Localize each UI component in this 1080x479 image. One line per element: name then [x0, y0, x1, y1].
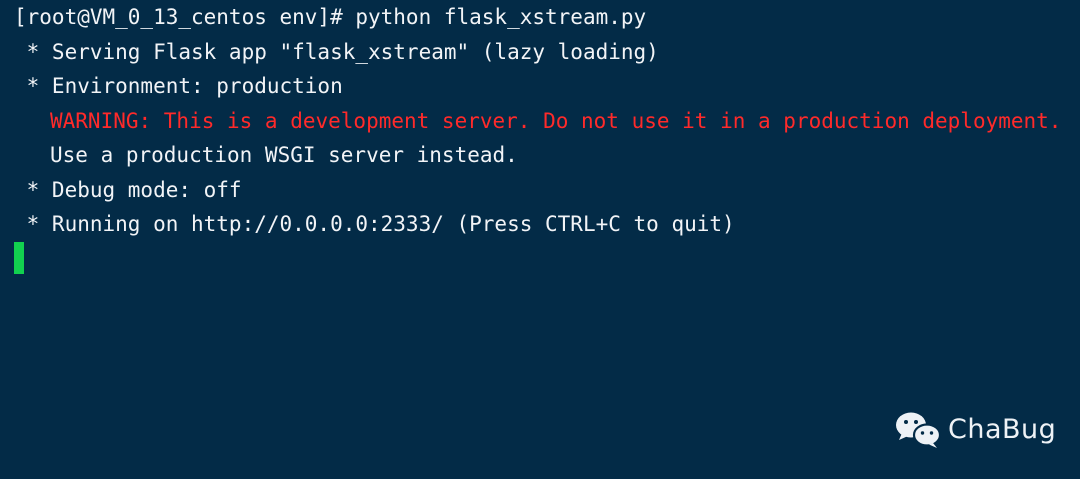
output-line-wsgi-advice: Use a production WSGI server instead. [50, 143, 518, 167]
output-line-debug-mode: * Debug mode: off [14, 177, 242, 202]
watermark-text: ChaBug [948, 413, 1057, 445]
terminal-cursor [14, 242, 24, 274]
output-line-environment: * Environment: production [14, 74, 343, 98]
wechat-icon [896, 412, 942, 448]
terminal-output: [root@VM_0_13_centos env]# python flask_… [14, 0, 1070, 242]
warning-line: WARNING: This is a development server. D… [50, 108, 1062, 133]
output-line-serving: * Serving Flask app "flask_xstream" (laz… [14, 39, 659, 64]
watermark: ChaBug [894, 405, 1056, 453]
output-line-running-on: * Running on http://0.0.0.0:2333/ (Press… [14, 212, 735, 236]
prompt-command-line: [root@VM_0_13_centos env]# python flask_… [14, 5, 647, 29]
